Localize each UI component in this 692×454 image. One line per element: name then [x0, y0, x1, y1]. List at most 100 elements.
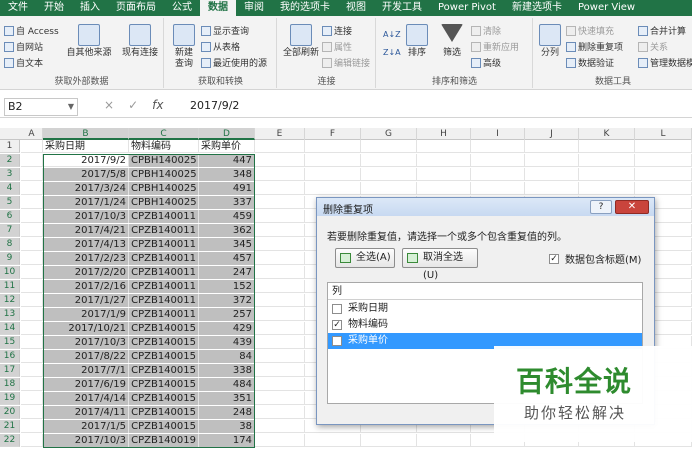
empty-cell[interactable]	[21, 168, 43, 181]
tab-power-view[interactable]: Power View	[570, 0, 643, 16]
empty-cell[interactable]	[255, 238, 305, 251]
sort-button[interactable]: 排序	[403, 24, 431, 59]
data-cell[interactable]: 345	[199, 238, 255, 251]
sort-desc-icon[interactable]: Z↓A	[383, 48, 401, 57]
empty-cell[interactable]	[21, 336, 43, 349]
empty-cell[interactable]	[21, 420, 43, 433]
column-header-k[interactable]: K	[579, 128, 635, 140]
data-cell[interactable]: 2017/4/13	[43, 238, 129, 251]
insert-function-icon[interactable]: fx	[152, 98, 163, 112]
empty-cell[interactable]	[21, 266, 43, 279]
recent-sources-button[interactable]: 最近使用的源	[201, 56, 267, 69]
row-header[interactable]: 22	[0, 434, 20, 447]
data-cell[interactable]: 362	[199, 224, 255, 237]
data-cell[interactable]: 2017/7/1	[43, 364, 129, 377]
empty-cell[interactable]	[21, 406, 43, 419]
empty-cell[interactable]	[305, 434, 361, 447]
row-header[interactable]: 3	[0, 168, 20, 181]
data-cell[interactable]: 337	[199, 196, 255, 209]
existing-connections-button[interactable]: 现有连接	[118, 24, 162, 59]
data-cell[interactable]: CPZB140015	[129, 336, 199, 349]
empty-cell[interactable]	[361, 154, 417, 167]
data-cell[interactable]: 348	[199, 168, 255, 181]
data-validation-button[interactable]: 数据验证	[566, 56, 614, 69]
row-header[interactable]: 13	[0, 308, 20, 321]
empty-cell[interactable]	[417, 168, 471, 181]
empty-cell[interactable]	[255, 280, 305, 293]
empty-cell[interactable]	[361, 168, 417, 181]
empty-cell[interactable]	[471, 140, 525, 153]
reapply-button[interactable]: 重新应用	[471, 40, 519, 53]
from-text-button[interactable]: 自文本	[4, 56, 43, 69]
sort-asc-icon[interactable]: A↓Z	[383, 30, 401, 39]
data-cell[interactable]: 2017/10/3	[43, 434, 129, 447]
from-access-button[interactable]: 自 Access	[4, 24, 59, 37]
data-cell[interactable]: CPZB140011	[129, 252, 199, 265]
empty-cell[interactable]	[255, 266, 305, 279]
show-queries-button[interactable]: 显示查询	[201, 24, 249, 37]
empty-cell[interactable]	[635, 182, 692, 195]
row-header[interactable]: 11	[0, 280, 20, 293]
dialog-title-bar[interactable]: 删除重复项 ? ✕	[317, 198, 654, 216]
manage-data-model-button[interactable]: 管理数据模	[638, 56, 692, 69]
data-cell[interactable]: CPZB140011	[129, 280, 199, 293]
empty-cell[interactable]	[255, 350, 305, 363]
row-header[interactable]: 6	[0, 210, 20, 223]
empty-cell[interactable]	[255, 420, 305, 433]
empty-cell[interactable]	[361, 182, 417, 195]
active-cell[interactable]: 2017/9/2	[43, 154, 129, 167]
data-cell[interactable]: 2017/3/24	[43, 182, 129, 195]
column-checkbox[interactable]	[332, 304, 342, 314]
data-cell[interactable]: CPZB140011	[129, 224, 199, 237]
consolidate-button[interactable]: 合并计算	[638, 24, 686, 37]
checkbox-checked[interactable]: ✓	[549, 253, 559, 264]
tab-new-tab[interactable]: 新建选项卡	[504, 0, 570, 16]
empty-cell[interactable]	[21, 350, 43, 363]
empty-cell[interactable]	[21, 294, 43, 307]
empty-cell[interactable]	[471, 168, 525, 181]
empty-cell[interactable]	[21, 140, 43, 153]
data-cell[interactable]: 447	[199, 154, 255, 167]
header-cell[interactable]: 物料编码	[129, 140, 199, 153]
empty-cell[interactable]	[417, 140, 471, 153]
empty-cell[interactable]	[255, 224, 305, 237]
empty-cell[interactable]	[305, 182, 361, 195]
tab-my-tab[interactable]: 我的选项卡	[272, 0, 338, 16]
data-cell[interactable]: 439	[199, 336, 255, 349]
data-cell[interactable]: CPBH140025	[129, 168, 199, 181]
column-header-i[interactable]: I	[471, 128, 525, 140]
row-header[interactable]: 18	[0, 378, 20, 391]
data-cell[interactable]: 429	[199, 322, 255, 335]
chevron-down-icon[interactable]: ▼	[68, 99, 74, 115]
row-header[interactable]: 19	[0, 392, 20, 405]
data-cell[interactable]: 2017/2/16	[43, 280, 129, 293]
empty-cell[interactable]	[21, 182, 43, 195]
edit-links-button[interactable]: 编辑链接	[322, 56, 370, 69]
data-cell[interactable]: CPZB140011	[129, 266, 199, 279]
from-web-button[interactable]: 自网站	[4, 40, 43, 53]
data-cell[interactable]: 484	[199, 378, 255, 391]
empty-cell[interactable]	[21, 434, 43, 447]
data-cell[interactable]: CPZB140015	[129, 364, 199, 377]
data-cell[interactable]: 247	[199, 266, 255, 279]
has-headers-checkbox[interactable]: ✓ 数据包含标题(M)	[549, 251, 641, 266]
column-header-h[interactable]: H	[417, 128, 471, 140]
empty-cell[interactable]	[525, 154, 579, 167]
row-header[interactable]: 16	[0, 350, 20, 363]
column-checkbox[interactable]	[332, 336, 342, 346]
data-cell[interactable]: 2017/1/24	[43, 196, 129, 209]
row-header[interactable]: 9	[0, 252, 20, 265]
tab-power-pivot[interactable]: Power Pivot	[430, 0, 504, 16]
text-to-columns-button[interactable]: 分列	[536, 24, 564, 59]
empty-cell[interactable]	[305, 140, 361, 153]
column-header-a[interactable]: A	[21, 128, 43, 140]
empty-cell[interactable]	[305, 154, 361, 167]
empty-cell[interactable]	[579, 182, 635, 195]
empty-cell[interactable]	[579, 168, 635, 181]
help-button[interactable]: ?	[590, 200, 612, 214]
empty-cell[interactable]	[255, 392, 305, 405]
data-cell[interactable]: CPZB140015	[129, 322, 199, 335]
data-cell[interactable]: 2017/6/19	[43, 378, 129, 391]
tab-formulas[interactable]: 公式	[164, 0, 200, 16]
empty-cell[interactable]	[635, 168, 692, 181]
